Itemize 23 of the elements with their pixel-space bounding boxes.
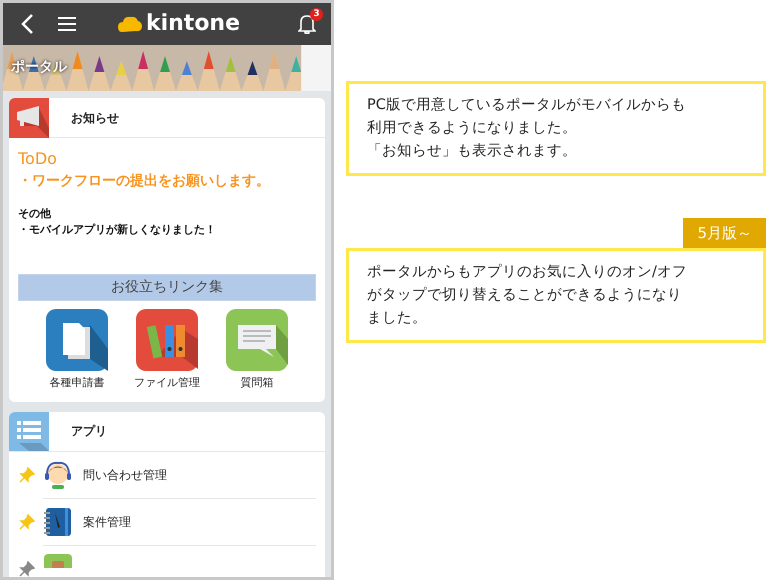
callout-text-line: ました。 <box>367 309 428 328</box>
links-heading: お役立ちリンク集 <box>18 274 316 301</box>
notification-badge: 3 <box>310 8 323 21</box>
notification-button[interactable]: 3 <box>291 8 323 40</box>
card-title: アプリ <box>71 423 107 440</box>
link-tile[interactable]: 質問箱 <box>215 309 299 392</box>
callout-text-line: 利用できるようになりました。 <box>367 119 578 138</box>
app-name[interactable]: 案件管理 <box>83 512 131 530</box>
link-tile[interactable]: ファイル管理 <box>125 309 209 392</box>
callout-text-line: ポータルからもアプリのお気に入りのオン/オフ <box>367 262 688 282</box>
todo-heading: ToDo <box>18 148 58 170</box>
todo-item: ・ワークフローの提出をお願いします。 <box>18 172 271 191</box>
callout-text-line: がタップで切り替えることができるようになり <box>367 286 683 305</box>
logo-text: kintone <box>146 13 240 35</box>
other-item: ・モバイルアプリが新しくなりました！ <box>18 222 217 238</box>
page-title: ポータル <box>11 58 67 77</box>
other-heading: その他 <box>18 206 52 222</box>
callout-text-line: 「お知らせ」も表示されます。 <box>367 142 578 161</box>
app-name[interactable]: 問い合わせ管理 <box>83 466 167 484</box>
callout-text-line: PC版で用意しているポータルがモバイルからも <box>367 96 687 115</box>
link-tile[interactable]: 各種申請書 <box>35 309 119 392</box>
card-title: お知らせ <box>71 110 119 126</box>
version-badge: 5月版～ <box>683 218 766 248</box>
